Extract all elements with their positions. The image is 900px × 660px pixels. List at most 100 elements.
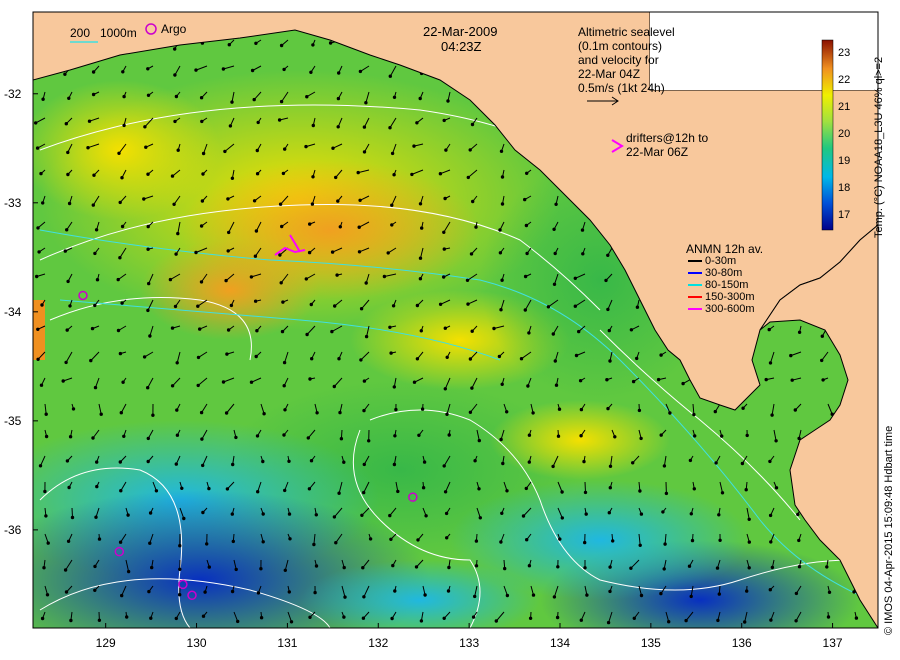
colorbar-tick-label: 19 (838, 155, 851, 168)
velocity-arrow-head (554, 202, 558, 207)
velocity-arrow-head (629, 566, 633, 570)
velocity-arrow-head (200, 437, 204, 441)
velocity-arrow-head (501, 461, 505, 466)
velocity-arrow-head (854, 616, 859, 620)
velocity-arrow-head (308, 615, 312, 619)
velocity-arrow-head (93, 303, 97, 308)
velocity-arrow-head (500, 175, 505, 179)
velocity-arrow-head (519, 357, 524, 361)
velocity-arrow-head (466, 175, 470, 180)
credit-text: © IMOS 04-Apr-2015 15:09:48 Hdbart time (883, 425, 895, 635)
velocity-arrow-head (662, 464, 667, 468)
velocity-arrow-head (226, 197, 230, 201)
velocity-arrow-head (473, 459, 477, 463)
velocity-arrow-head (196, 304, 200, 308)
velocity-arrow-head (254, 229, 259, 233)
velocity-arrow-head (579, 618, 583, 622)
velocity-arrow-head (173, 47, 177, 51)
velocity-arrow-head (282, 433, 286, 437)
velocity-arrow-head (338, 225, 342, 229)
velocity-arrow-head (287, 459, 291, 463)
velocity-arrow-head (68, 435, 73, 439)
velocity-arrow-head (282, 384, 286, 388)
velocity-arrow-head (36, 226, 40, 230)
velocity-arrow-head (146, 308, 150, 313)
velocity-arrow-head (65, 228, 69, 232)
velocity-arrow-head (170, 384, 175, 388)
velocity-arrow-head (499, 149, 504, 154)
velocity-arrow-head (174, 616, 179, 621)
velocity-arrow-head (789, 353, 793, 358)
velocity-arrow-head (120, 593, 124, 598)
velocity-arrow-head (305, 95, 309, 99)
scale-200: 200 (70, 26, 91, 40)
velocity-arrow-head (308, 377, 312, 381)
velocity-arrow-head (357, 225, 361, 229)
velocity-arrow-head (662, 567, 666, 571)
velocity-arrow-head (558, 537, 562, 541)
velocity-arrow-head (332, 515, 337, 519)
velocity-arrow-head (259, 567, 263, 571)
velocity-arrow-head (332, 384, 336, 389)
velocity-arrow-head (122, 94, 126, 99)
velocity-arrow-head (494, 619, 498, 623)
velocity-arrow-head (416, 538, 420, 542)
velocity-arrow-head (278, 202, 283, 206)
velocity-arrow-head (555, 615, 560, 620)
velocity-arrow-head (556, 565, 560, 569)
velocity-arrow-head (147, 281, 151, 286)
velocity-arrow-head (305, 332, 309, 337)
velocity-arrow-head (126, 569, 131, 574)
velocity-arrow-head (388, 325, 392, 329)
velocity-arrow-head (637, 408, 642, 413)
velocity-arrow-head (66, 172, 70, 177)
velocity-arrow-head (767, 327, 771, 332)
velocity-arrow-head (390, 203, 394, 207)
velocity-arrow-head (631, 461, 635, 465)
velocity-arrow-head (230, 589, 235, 594)
velocity-arrow-head (205, 542, 209, 546)
velocity-arrow-head (639, 436, 643, 441)
velocity-arrow-head (743, 620, 747, 624)
velocity-arrow-head (44, 514, 48, 518)
velocity-arrow-head (338, 410, 342, 415)
velocity-arrow-head (747, 540, 751, 544)
colorbar-tick-label: 20 (838, 128, 851, 140)
velocity-arrow-head (442, 275, 446, 279)
velocity-arrow-head (613, 435, 617, 439)
velocity-arrow-head (287, 590, 291, 594)
velocity-arrow-head (394, 407, 398, 412)
velocity-arrow-head (337, 491, 341, 495)
colorbar-tick-label: 18 (838, 182, 851, 195)
velocity-arrow-head (604, 278, 608, 283)
velocity-arrow-head (39, 383, 44, 387)
velocity-arrow-head (148, 511, 153, 515)
velocity-arrow-head (277, 118, 282, 122)
velocity-arrow-head (38, 464, 43, 468)
velocity-arrow-head (768, 588, 772, 592)
velocity-arrow-head (553, 359, 557, 363)
velocity-arrow-head (203, 590, 207, 594)
velocity-arrow-head (465, 278, 470, 282)
velocity-arrow-head (473, 594, 477, 599)
velocity-arrow-head (283, 147, 287, 151)
velocity-arrow-head (471, 615, 476, 619)
velocity-arrow-head (168, 277, 173, 282)
lat-tick-label: -33 (4, 195, 22, 210)
velocity-arrow-head (474, 225, 478, 229)
velocity-arrow-head (500, 278, 504, 282)
velocity-arrow-head (307, 250, 312, 255)
arrow-left-icon (688, 272, 702, 275)
velocity-arrow-head (582, 459, 586, 464)
velocity-arrow-head (442, 616, 446, 620)
velocity-arrow-head (90, 326, 95, 331)
velocity-arrow-head (769, 618, 773, 622)
velocity-arrow-head (499, 308, 503, 312)
lat-tick-label: -36 (4, 522, 22, 537)
velocity-arrow-head (199, 96, 204, 100)
velocity-arrow-head (287, 512, 292, 516)
velocity-arrow-head (560, 516, 564, 520)
velocity-arrow-head (178, 544, 182, 548)
velocity-arrow-head (382, 274, 387, 279)
velocity-arrow-head (201, 463, 205, 468)
